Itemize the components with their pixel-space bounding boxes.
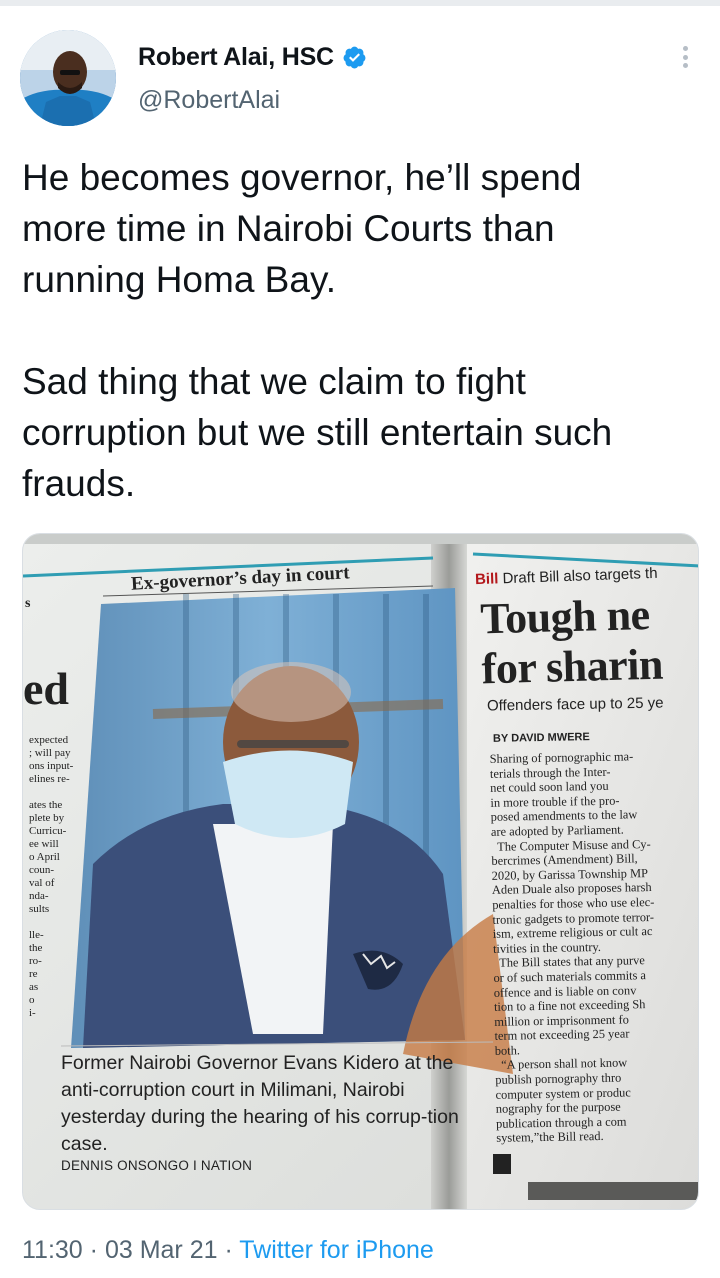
more-dot — [682, 46, 688, 51]
tweet-meta: 11:30 · 03 Mar 21 · Twitter for iPhone — [22, 1236, 434, 1265]
left-page-fragment-headline: ed — [23, 663, 69, 714]
article-standfirst: Offenders face up to 25 ye — [486, 694, 664, 715]
meta-separator: · — [224, 1236, 233, 1264]
article-headline: Tough ne for sharin — [479, 589, 664, 694]
author-name-row[interactable]: Robert Alai, HSC — [138, 42, 367, 72]
tweet-time[interactable]: 11:30 — [22, 1236, 83, 1264]
section-label: Bill — [474, 570, 499, 589]
verified-badge-icon — [343, 46, 366, 68]
author-display-name[interactable]: Robert Alai, HSC — [138, 43, 334, 72]
tweet-media-photo[interactable]: s ed expected ; will pay ons input- elin… — [22, 533, 699, 1210]
article-byline: BY DAVID MWERE — [492, 731, 590, 745]
left-page-fragment-s: s — [25, 596, 31, 611]
author-handle[interactable]: @RobertAlai — [138, 86, 280, 115]
more-dot — [682, 63, 688, 68]
tweet-date[interactable]: 03 Mar 21 — [105, 1236, 218, 1264]
photo-caption: Former Nairobi Governor Evans Kidero at … — [61, 1052, 459, 1155]
tweet-source-link[interactable]: Twitter for iPhone — [239, 1236, 434, 1264]
more-dot — [682, 54, 688, 60]
meta-separator: · — [89, 1236, 98, 1264]
avatar-image — [20, 30, 116, 126]
tweet-header: Robert Alai, HSC @RobertAlai — [0, 22, 720, 126]
tweet-text: He becomes governor, he’ll spend more ti… — [22, 157, 613, 504]
author-avatar[interactable] — [20, 30, 116, 126]
more-options-icon[interactable] — [670, 42, 700, 72]
left-page-fragment-column: expected ; will pay ons input- elines re… — [29, 734, 74, 1019]
photo-credit: DENNIS ONSONGO I NATION — [61, 1158, 253, 1173]
top-divider — [0, 0, 720, 6]
article-body: Sharing of pornographic ma- terials thro… — [489, 749, 655, 1146]
